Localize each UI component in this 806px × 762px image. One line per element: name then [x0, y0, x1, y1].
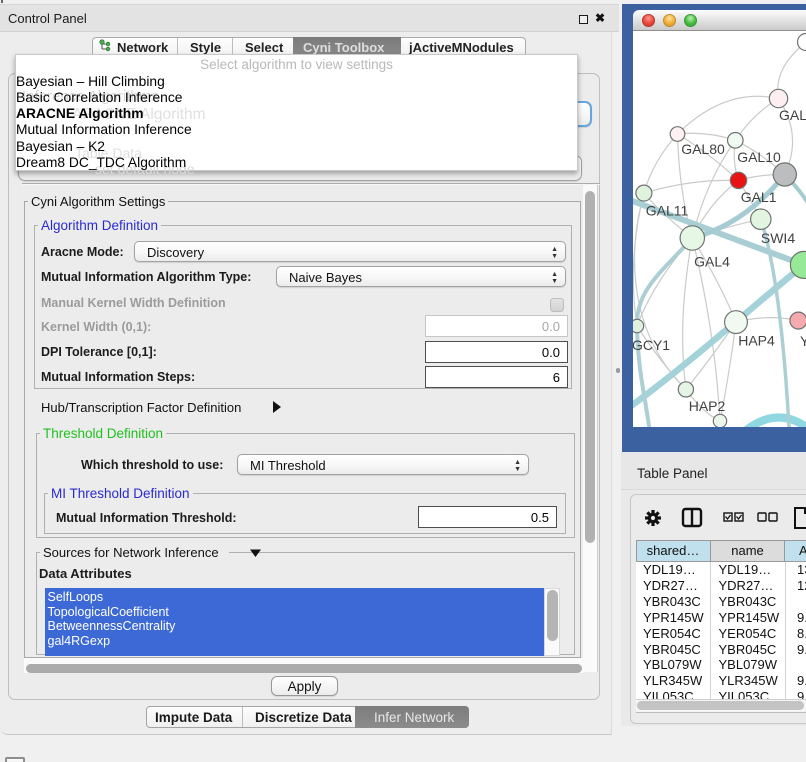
svg-text:HAP4: HAP4: [738, 333, 775, 349]
svg-text:GAL7: GAL7: [779, 107, 806, 123]
svg-text:GAL11: GAL11: [646, 203, 689, 219]
svg-text:SWI4: SWI4: [761, 230, 795, 246]
svg-text:GCY1: GCY1: [633, 337, 670, 353]
svg-text:GAL4: GAL4: [694, 254, 730, 270]
svg-text:GAL1: GAL1: [741, 189, 777, 205]
svg-text:GAL10: GAL10: [737, 149, 781, 165]
svg-text:GAL80: GAL80: [681, 141, 725, 157]
svg-text:Y: Y: [800, 333, 806, 349]
svg-text:HAP2: HAP2: [689, 398, 726, 414]
